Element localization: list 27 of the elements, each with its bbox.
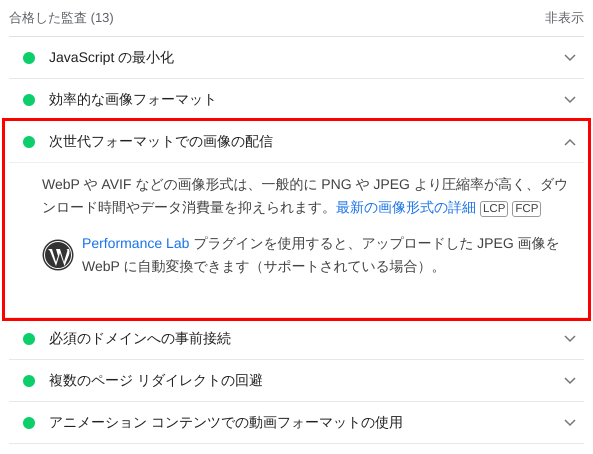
pass-dot bbox=[23, 94, 35, 106]
pass-dot bbox=[23, 416, 35, 428]
wordpress-logo-icon bbox=[42, 238, 74, 270]
pass-dot bbox=[23, 374, 35, 386]
plugin-link[interactable]: Performance Lab bbox=[82, 235, 190, 251]
metric-tag: LCP bbox=[480, 200, 508, 216]
chevron-down-icon bbox=[564, 96, 576, 104]
audit-description: WebP や AVIF などの画像形式は、一般的に PNG や JPEG より圧縮率が高く、ダウンロード時間やデータ消費量を抑えられます。最新の画像形式の詳細 LCP FCP bbox=[42, 175, 569, 218]
hide-link[interactable]: 非表示 bbox=[545, 9, 584, 27]
audit-row[interactable]: 必須のドメインへの事前接続 bbox=[9, 318, 584, 359]
pass-dot bbox=[23, 136, 35, 148]
chevron-up-icon bbox=[564, 138, 576, 146]
chevron-down-icon bbox=[564, 418, 576, 426]
chevron-down-icon bbox=[564, 376, 576, 384]
metric-tag: FCP bbox=[512, 200, 542, 216]
audit-row[interactable]: 効率的な画像フォーマット bbox=[9, 79, 584, 120]
chevron-down-icon bbox=[564, 334, 576, 342]
audit-row[interactable]: 複数のページ リダイレクトの回避 bbox=[9, 360, 584, 401]
section-title: 合格した監査 (13) bbox=[9, 9, 114, 27]
pass-dot bbox=[23, 52, 35, 64]
plugin-note: Performance Lab プラグインを使用すると、アップロードした JPEG 画像を WebP に自動変換できます（サポートされている場合）。 bbox=[82, 234, 561, 276]
chevron-down-icon bbox=[564, 54, 576, 62]
audit-row[interactable]: アニメーション コンテンツでの動画フォーマットの使用 bbox=[9, 402, 584, 443]
audit-row[interactable]: JavaScript の最小化 bbox=[9, 37, 584, 78]
pass-dot bbox=[23, 332, 35, 344]
learn-more-link[interactable]: 最新の画像形式の詳細 bbox=[336, 198, 476, 214]
audit-row[interactable]: 次世代フォーマットでの画像の配信 bbox=[9, 121, 584, 163]
